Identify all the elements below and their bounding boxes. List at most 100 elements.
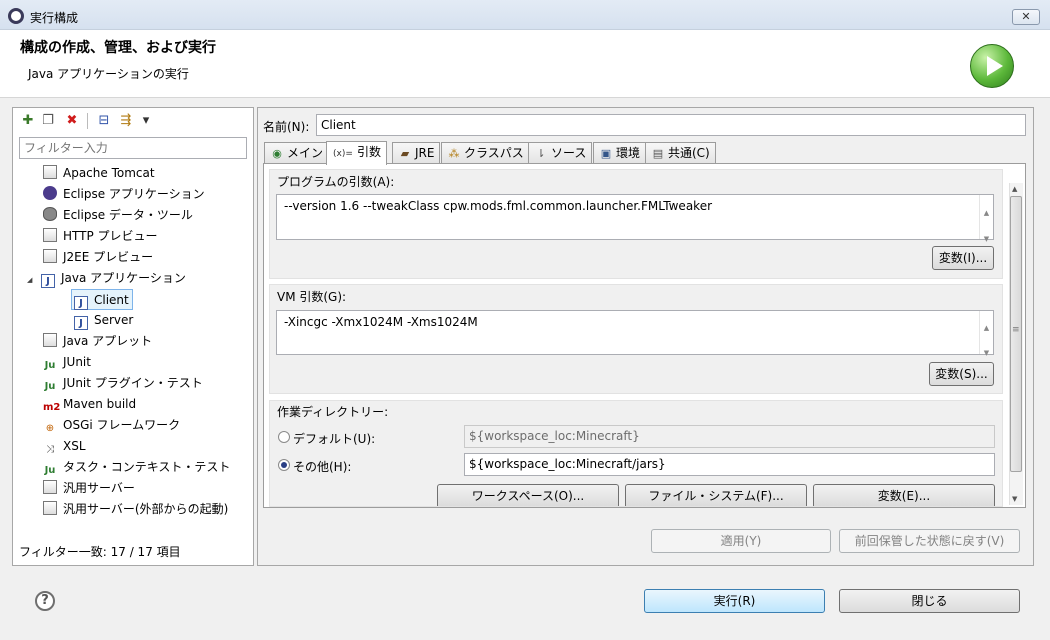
working-dir-label: 作業ディレクトリー:: [277, 405, 389, 419]
tree-item-java-applet[interactable]: Java アプレット: [43, 331, 152, 352]
run-button[interactable]: 実行(R): [644, 589, 825, 613]
program-args-textarea[interactable]: --version 1.6 --tweakClass cpw.mods.fml.…: [276, 194, 994, 243]
program-args-label: プログラムの引数(A):: [277, 175, 395, 189]
collapse-all-icon[interactable]: ⊟: [95, 112, 113, 130]
delete-icon[interactable]: ✖: [63, 112, 81, 130]
program-args-variables-button[interactable]: 変数(I)...: [932, 246, 994, 270]
tab-arguments[interactable]: (x)= 引数: [326, 141, 388, 165]
java-app-icon: J: [41, 274, 55, 288]
other-radio[interactable]: [278, 459, 290, 471]
revert-button[interactable]: 前回保管した状態に戻す(V): [839, 529, 1020, 553]
vm-args-scrollbar[interactable]: ▲ ▼: [979, 311, 993, 357]
other-dir-input[interactable]: ${workspace_loc:Minecraft/jars}: [464, 453, 995, 476]
tree-item-java-application[interactable]: ◢ J Java アプリケーション: [27, 268, 186, 289]
scroll-down-icon: ▼: [983, 235, 990, 243]
duplicate-icon[interactable]: ❐: [39, 112, 57, 130]
title-bar: 実行構成 ✕: [0, 0, 1050, 30]
classpath-tab-icon: ⁂: [448, 147, 460, 160]
toolbar-separator: [87, 113, 88, 129]
tab-classpath[interactable]: ⁂ クラスパス: [441, 142, 530, 164]
junit-icon: Ju: [44, 360, 56, 371]
vm-args-text: -Xincgc -Xmx1024M -Xms1024M: [284, 315, 478, 329]
tree-item-eclipse-data-tools[interactable]: Eclipse データ・ツール: [43, 205, 193, 226]
tab-source[interactable]: ⇂ ソース: [528, 142, 593, 164]
tree-item-j2ee-preview[interactable]: J2EE プレビュー: [43, 247, 153, 268]
doc-icon: [43, 480, 57, 494]
tree-item-eclipse-application[interactable]: Eclipse アプリケーション: [43, 184, 205, 205]
doc-icon: [43, 165, 57, 179]
expand-toggle-icon[interactable]: ◢: [27, 270, 41, 291]
database-icon: [43, 207, 57, 221]
main-tab-icon: ◉: [272, 147, 282, 160]
scroll-up-icon[interactable]: ▲: [1012, 185, 1017, 193]
tree-item-maven-build[interactable]: m2 Maven build: [43, 394, 136, 415]
default-radio[interactable]: [278, 431, 290, 443]
scroll-down-icon[interactable]: ▼: [1012, 495, 1017, 503]
dialog-subtitle: Java アプリケーションの実行: [28, 67, 189, 81]
tree-item-xsl[interactable]: ⤨ XSL: [43, 436, 86, 457]
name-label: 名前(N):: [263, 120, 310, 134]
applet-icon: [43, 333, 57, 347]
jre-tab-icon: ▰: [400, 147, 410, 160]
scroll-grip-icon: ≡: [1012, 325, 1020, 335]
eclipse-app-icon: [8, 8, 24, 24]
arguments-tab-icon: (x)=: [333, 149, 353, 159]
source-tab-icon: ⇂: [536, 147, 546, 160]
environment-tab-icon: ▣: [600, 147, 612, 160]
tree-item-task-context-test[interactable]: Ju タスク・コンテキスト・テスト: [43, 457, 231, 478]
dialog-title: 構成の作成、管理、および実行: [20, 40, 216, 56]
filter-input[interactable]: [19, 137, 247, 159]
tab-common[interactable]: ▤ 共通(C): [645, 142, 716, 164]
tree-item-generic-server-external[interactable]: 汎用サーバー(外部からの起動): [43, 499, 228, 520]
scroll-up-icon: ▲: [983, 324, 990, 332]
tree-item-client[interactable]: J Client: [71, 289, 133, 310]
default-dir-field: ${workspace_loc:Minecraft}: [464, 425, 995, 448]
doc-icon: [43, 249, 57, 263]
other-label: その他(H):: [293, 460, 352, 474]
window-title: 実行構成: [30, 11, 79, 25]
tab-environment[interactable]: ▣ 環境: [593, 142, 647, 164]
maven-icon: m2: [43, 402, 61, 413]
program-args-scrollbar[interactable]: ▲ ▼: [979, 195, 993, 243]
junit-plugin-icon: Ju: [44, 381, 56, 392]
doc-icon: [43, 228, 57, 242]
filter-icon[interactable]: ⇶: [117, 112, 135, 130]
tree-item-server[interactable]: J Server: [74, 310, 133, 331]
program-args-text: --version 1.6 --tweakClass cpw.mods.fml.…: [284, 199, 713, 213]
doc-icon: [43, 501, 57, 515]
window-close-button[interactable]: ✕: [1012, 9, 1040, 25]
tree-item-generic-server[interactable]: 汎用サーバー: [43, 478, 135, 499]
dropdown-arrow-icon[interactable]: ▾: [137, 112, 155, 130]
java-app-icon: J: [74, 316, 88, 330]
default-label: デフォルト(U):: [293, 432, 376, 446]
run-icon: [970, 44, 1014, 88]
name-input[interactable]: Client: [316, 114, 1026, 136]
vm-args-variables-button[interactable]: 変数(S)...: [929, 362, 994, 386]
filter-status: フィルター一致: 17 / 17 項目: [19, 545, 181, 559]
tree-item-junit[interactable]: Ju JUnit: [43, 352, 91, 373]
common-tab-icon: ▤: [652, 147, 664, 160]
scroll-down-icon: ▼: [983, 349, 990, 357]
scrollbar-thumb[interactable]: ≡: [1010, 196, 1022, 472]
workspace-button[interactable]: ワークスペース(O)...: [437, 484, 619, 506]
tab-jre[interactable]: ▰ JRE: [392, 142, 441, 164]
new-config-icon[interactable]: ✚: [19, 112, 37, 130]
vm-args-label: VM 引数(G):: [277, 290, 347, 304]
filesystem-button[interactable]: ファイル・システム(F)...: [625, 484, 807, 506]
apply-button[interactable]: 適用(Y): [651, 529, 831, 553]
junit-plugin-icon: Ju: [44, 465, 56, 476]
working-dir-variables-button[interactable]: 変数(E)...: [813, 484, 995, 506]
tree-item-apache-tomcat[interactable]: Apache Tomcat: [43, 163, 155, 184]
eclipse-icon: [43, 186, 57, 200]
tree-item-junit-plugin-test[interactable]: Ju JUnit プラグイン・テスト: [43, 373, 203, 394]
vm-args-textarea[interactable]: -Xincgc -Xmx1024M -Xms1024M ▲ ▼: [276, 310, 994, 357]
launch-config-list-panel: ✚ ❐ ✖ ⊟ ⇶ ▾ Apache Tomcat Eclipse アプリケーシ…: [12, 107, 254, 566]
tree-item-http-preview[interactable]: HTTP プレビュー: [43, 226, 158, 247]
close-button[interactable]: 閉じる: [839, 589, 1020, 613]
osgi-icon: ⊕: [45, 423, 55, 434]
tree-item-osgi-framework[interactable]: ⊕ OSGi フレームワーク: [43, 415, 180, 436]
xsl-icon: ⤨: [46, 444, 54, 455]
scroll-up-icon: ▲: [983, 209, 990, 217]
help-icon[interactable]: ?: [35, 591, 55, 611]
tab-main[interactable]: ◉ メイン: [264, 142, 330, 164]
